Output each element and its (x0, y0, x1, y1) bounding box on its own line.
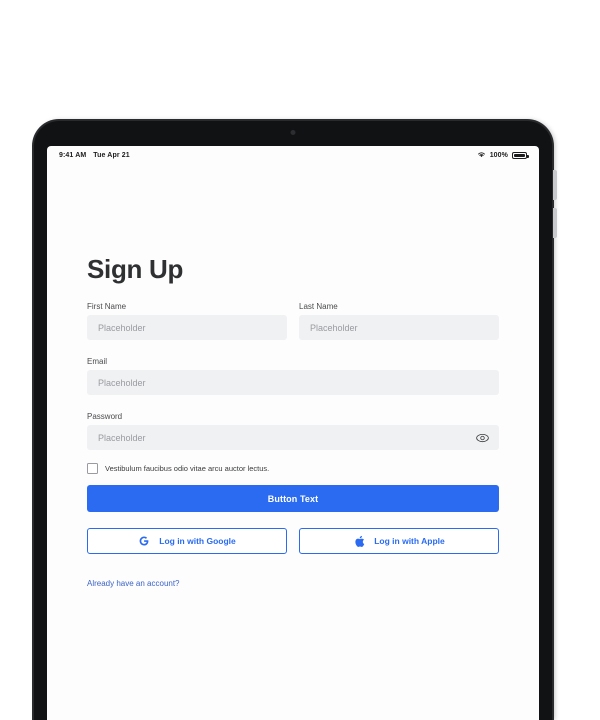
last-name-label: Last Name (299, 302, 338, 311)
status-bar: 9:41 AM Tue Apr 21 100% (47, 146, 539, 164)
google-login-button[interactable]: Log in with Google (87, 528, 287, 554)
email-label: Email (87, 357, 108, 366)
name-row: First Name Last Name (87, 285, 499, 340)
last-name-group: Last Name (299, 285, 499, 340)
tablet-device-frame: 9:41 AM Tue Apr 21 100% Sign Up First Na… (33, 120, 557, 720)
status-time: 9:41 AM (59, 151, 87, 159)
password-label: Password (87, 412, 123, 421)
first-name-input[interactable] (87, 315, 287, 340)
volume-down-button[interactable] (553, 208, 557, 238)
terms-row: Vestibulum faucibus odio vitae arcu auct… (87, 463, 499, 474)
submit-button[interactable]: Button Text (87, 485, 499, 512)
wifi-icon (477, 151, 486, 160)
tablet-screen: 9:41 AM Tue Apr 21 100% Sign Up First Na… (47, 146, 539, 720)
eye-icon[interactable] (476, 431, 489, 444)
terms-checkbox[interactable] (87, 463, 98, 474)
google-login-label: Log in with Google (159, 536, 236, 546)
signup-form-container: Sign Up First Name Last Name Email Pas (47, 254, 539, 591)
last-name-input[interactable] (299, 315, 499, 340)
social-login-row: Log in with Google Log in with Apple (87, 528, 499, 554)
password-group: Password (87, 412, 499, 450)
login-link[interactable]: Already have an account? (87, 579, 180, 588)
status-bar-left: 9:41 AM Tue Apr 21 (59, 152, 130, 159)
first-name-label: First Name (87, 302, 127, 311)
battery-percent-label: 100% (489, 151, 508, 159)
status-date: Tue Apr 21 (93, 151, 130, 159)
page-title: Sign Up (87, 254, 184, 284)
camera-dot-icon (290, 130, 296, 135)
apple-icon (353, 535, 365, 547)
google-icon (138, 535, 150, 547)
apple-login-label: Log in with Apple (374, 536, 445, 546)
first-name-group: First Name (87, 285, 287, 340)
password-input[interactable] (87, 425, 499, 450)
terms-label: Vestibulum faucibus odio vitae arcu auct… (105, 464, 270, 473)
password-input-wrapper (87, 425, 499, 450)
volume-up-button[interactable] (553, 170, 557, 200)
status-bar-right: 100% (477, 151, 529, 160)
email-group: Email (87, 357, 499, 395)
email-input[interactable] (87, 370, 499, 395)
apple-login-button[interactable]: Log in with Apple (299, 528, 499, 554)
battery-icon (512, 151, 529, 159)
